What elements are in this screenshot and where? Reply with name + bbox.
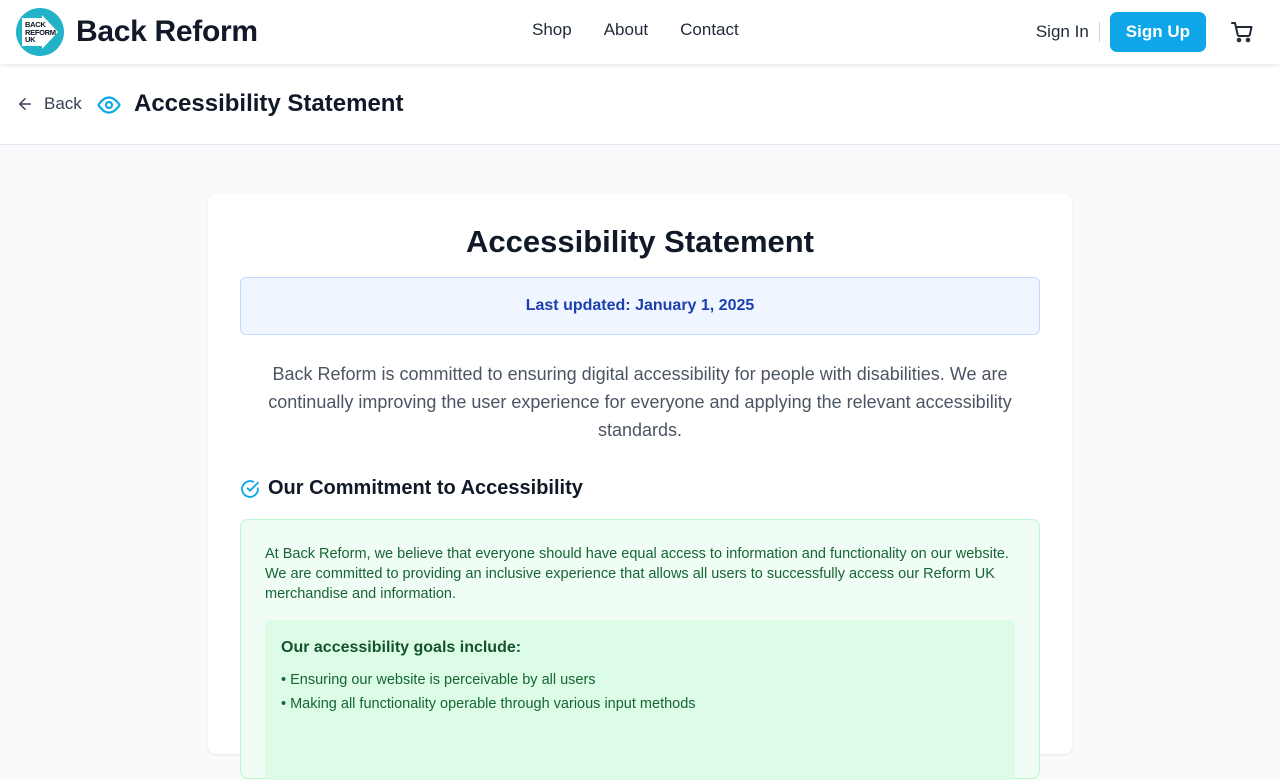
site-header: BACK REFORM UK Back Reform Shop About Co… [0,0,1280,64]
intro-paragraph: Back Reform is committed to ensuring dig… [268,364,1012,440]
content-card: Accessibility Statement Last updated: Ja… [208,194,1072,780]
commitment-title: Our Commitment to Accessibility [268,477,583,499]
commitment-text: At Back Reform, we believe that everyone… [265,546,1009,602]
list-item: • Ensuring our website is perceivable by… [281,672,596,688]
check-circle-icon [241,479,259,498]
last-updated-banner: Last updated: January 1, 2025 [240,277,1040,335]
brand-name: Back Reform [76,15,258,48]
cart-button[interactable] [1228,18,1256,46]
goals-title: Our accessibility goals include: [281,639,522,656]
back-label: Back [44,94,82,113]
back-link[interactable]: Back [16,94,82,114]
nav-shop[interactable]: Shop [532,20,572,40]
page-title: Accessibility Statement [134,90,404,117]
goals-box: Our accessibility goals include: • Ensur… [265,620,1015,780]
arrow-left-icon [19,98,31,110]
main-nav: Shop About Contact [532,20,739,40]
sign-in-link[interactable]: Sign In [1036,22,1089,42]
sign-up-button[interactable]: Sign Up [1109,12,1206,52]
commitment-section-header: Our Commitment to Accessibility [240,477,583,500]
list-item: • Making all functionality operable thro… [281,696,696,712]
nav-about[interactable]: About [604,20,648,40]
content-heading: Accessibility Statement [465,224,815,259]
shopping-cart-icon [1231,22,1253,43]
goals-list: • Ensuring our website is perceivable by… [281,668,696,716]
auth-actions: Sign In Sign Up [1036,12,1256,52]
brand-logo: BACK REFORM UK [16,8,64,56]
logo-text: BACK REFORM UK [25,20,56,44]
commitment-box: At Back Reform, we believe that everyone… [240,519,1040,780]
brand-home-link[interactable]: BACK REFORM UK Back Reform [16,8,258,56]
nav-contact[interactable]: Contact [680,20,739,40]
eye-icon [97,96,121,114]
divider [1098,22,1100,42]
